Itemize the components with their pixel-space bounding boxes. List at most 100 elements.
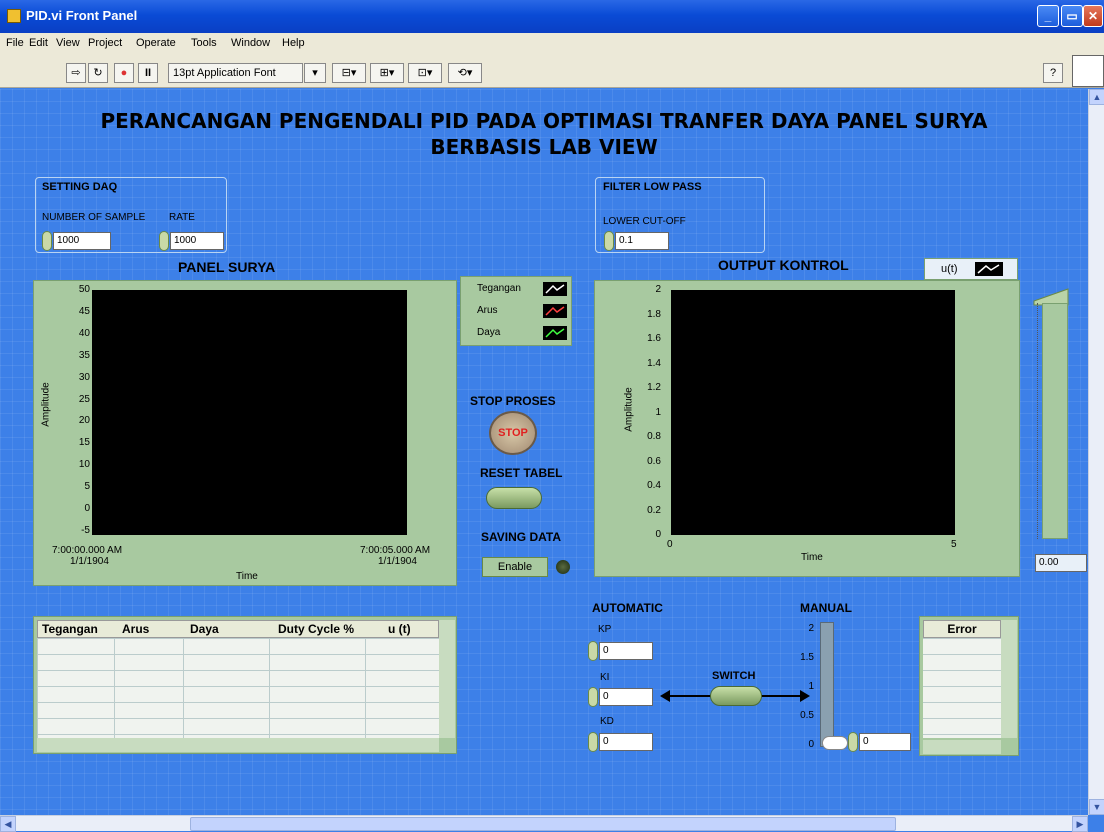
manual-slider-track[interactable] — [820, 622, 834, 747]
kp-spinner[interactable] — [588, 641, 598, 661]
front-panel: PERANCANGAN PENGENDALI PID PADA OPTIMASI… — [0, 89, 1088, 815]
plot-legend: Tegangan Arus Daya — [460, 276, 572, 346]
menu-edit[interactable]: Edit — [29, 37, 48, 49]
panel-ticks-tick: 25 — [78, 393, 90, 405]
close-button[interactable]: ✕ — [1083, 5, 1103, 27]
distribute-objects-icon[interactable]: ⊞▾ — [370, 63, 404, 83]
stop-button[interactable]: STOP — [489, 411, 537, 455]
error-table: Error — [919, 616, 1019, 756]
ki-spinner[interactable] — [588, 687, 598, 707]
scroll-up-icon[interactable]: ▲ — [1089, 89, 1104, 105]
panel-ticks-tick: 50 — [78, 284, 90, 295]
font-dropdown-icon[interactable]: ▾ — [304, 63, 326, 83]
title-bar: PID.vi Front Panel _ ▭ ✕ — [0, 0, 1104, 33]
menu-help[interactable]: Help — [282, 37, 305, 49]
stop-label: STOP PROSES — [470, 394, 556, 408]
scroll-down-icon[interactable]: ▼ — [1089, 799, 1104, 815]
manual-input[interactable]: 0 — [859, 733, 911, 751]
reorder-icon[interactable]: ⟲▾ — [448, 63, 482, 83]
output-kontrol-graph: Amplitude 2 1.8 1.6 1.4 1.2 1 0.8 0.6 0.4 0.2 0 0 … — [594, 280, 1020, 577]
table-body[interactable] — [37, 638, 439, 738]
scroll-right-icon[interactable]: ▶ — [1072, 816, 1088, 832]
sample-input[interactable]: 1000 — [53, 232, 111, 250]
error-header: Error — [923, 620, 1001, 638]
output-legend-swatch[interactable] — [975, 262, 1003, 276]
panel-ticks-tick: 20 — [78, 415, 90, 427]
maximize-button[interactable]: ▭ — [1061, 5, 1083, 27]
pause-icon[interactable]: II — [138, 63, 158, 83]
menu-bar: File Edit View Project Operate Tools Win… — [0, 33, 1104, 53]
ki-input[interactable]: 0 — [599, 688, 653, 706]
output-ticks-tick: 1.6 — [647, 333, 661, 344]
table-vscroll[interactable] — [439, 620, 455, 738]
menu-tools[interactable]: Tools — [191, 37, 217, 49]
error-hscroll[interactable] — [923, 740, 1001, 754]
manual-tick: 1.5 — [800, 652, 814, 663]
kp-input[interactable]: 0 — [599, 642, 653, 660]
output-ticks-tick: 0 — [655, 529, 661, 540]
menu-view[interactable]: View — [56, 37, 80, 49]
saving-led — [556, 560, 570, 574]
panel-x-start-date: 1/1/1904 — [70, 556, 109, 567]
hscroll-thumb[interactable] — [190, 817, 896, 831]
manual-spinner[interactable] — [848, 732, 858, 752]
help-icon[interactable]: ? — [1043, 63, 1063, 83]
font-select[interactable]: 13pt Application Font — [168, 63, 303, 83]
output-xlabel: Time — [801, 552, 823, 563]
minimize-button[interactable]: _ — [1037, 5, 1059, 27]
output-ticks-tick: 1.4 — [647, 357, 661, 369]
output-ticks-tick: 0.6 — [647, 455, 661, 467]
kp-label: KP — [598, 624, 612, 635]
panel-xlabel: Time — [236, 571, 258, 582]
manual-label: MANUAL — [800, 601, 852, 615]
manual-tick: 0.5 — [800, 710, 814, 721]
cutoff-input[interactable]: 0.1 — [615, 232, 669, 250]
scroll-left-icon[interactable]: ◀ — [0, 816, 16, 832]
resize-objects-icon[interactable]: ⊡▾ — [408, 63, 442, 83]
run-continuously-icon[interactable]: ↻ — [88, 63, 108, 83]
abort-icon[interactable]: ● — [114, 63, 134, 83]
reset-button[interactable] — [486, 487, 542, 509]
menu-project[interactable]: Project — [88, 37, 122, 49]
manual-tick: 2 — [808, 623, 814, 634]
enable-button[interactable]: Enable — [482, 557, 548, 577]
panel-ticks-tick: 5 — [84, 481, 90, 493]
data-table: Tegangan Arus Daya Duty Cycle % u (t) — [33, 616, 457, 754]
legend-daya-swatch[interactable] — [543, 326, 567, 340]
manual-slider-thumb[interactable] — [822, 736, 848, 750]
rate-spinner[interactable] — [159, 231, 169, 251]
kd-label: KD — [600, 716, 614, 727]
panel-x-end: 7:00:05.000 AM — [360, 545, 431, 556]
panel-ylabel: Amplitude — [40, 382, 52, 427]
col-arus: Arus — [122, 622, 150, 636]
run-arrow-icon[interactable]: ⇨ — [66, 63, 86, 83]
sample-spinner[interactable] — [42, 231, 52, 251]
kd-spinner[interactable] — [588, 732, 598, 752]
col-duty: Duty Cycle % — [278, 622, 355, 636]
slider-track[interactable] — [1042, 303, 1068, 539]
manual-tick: 1 — [808, 681, 814, 692]
legend-tegangan-swatch[interactable] — [543, 282, 567, 296]
auto-manual-switch[interactable] — [710, 686, 762, 706]
panel-surya-graph: Amplitude 50 45 40 35 30 25 20 15 10 5 0 -5 7:00:00… — [33, 280, 457, 586]
table-hscroll[interactable] — [37, 738, 439, 752]
menu-file[interactable]: File — [6, 37, 24, 49]
error-body[interactable] — [923, 638, 1001, 738]
vi-icon — [1072, 55, 1104, 87]
vertical-scrollbar[interactable]: ▲ ▼ — [1088, 89, 1104, 815]
legend-arus-label: Arus — [477, 305, 498, 316]
menu-operate[interactable]: Operate — [136, 37, 176, 49]
kd-input[interactable]: 0 — [599, 733, 653, 751]
ki-label: KI — [600, 672, 610, 683]
output-x-tick-0: 0 — [667, 539, 673, 550]
panel-ticks-tick: 35 — [78, 349, 90, 361]
cutoff-spinner[interactable] — [604, 231, 614, 251]
panel-ticks-tick: 0 — [84, 503, 90, 514]
legend-arus-swatch[interactable] — [543, 304, 567, 318]
error-vscroll[interactable] — [1001, 620, 1017, 738]
horizontal-scrollbar[interactable]: ◀ ▶ — [0, 815, 1088, 832]
menu-window[interactable]: Window — [231, 37, 270, 49]
align-objects-icon[interactable]: ⊟▾ — [332, 63, 366, 83]
panel-ticks-tick: -5 — [81, 524, 90, 536]
rate-input[interactable]: 1000 — [170, 232, 224, 250]
